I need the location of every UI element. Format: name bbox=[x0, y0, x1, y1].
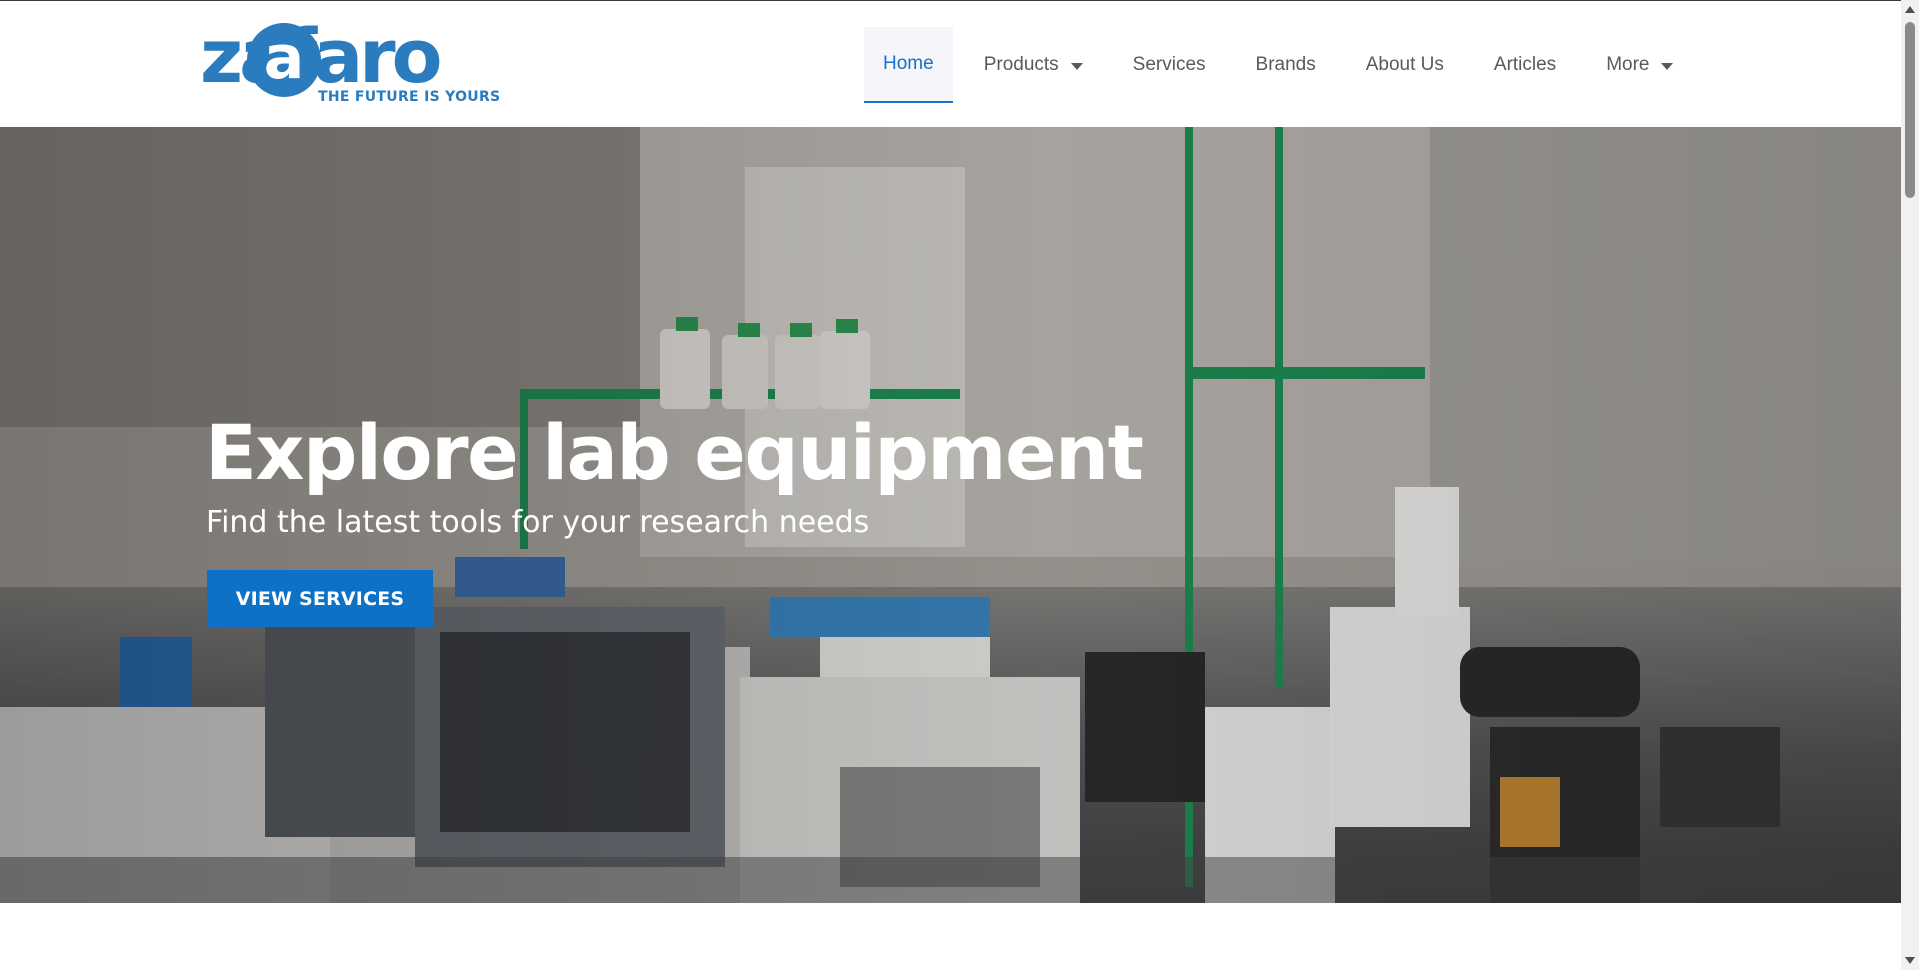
nav-item-label: More bbox=[1606, 54, 1650, 75]
nav-item-articles[interactable]: Articles bbox=[1475, 27, 1575, 103]
scrollbar-thumb[interactable] bbox=[1905, 22, 1915, 198]
nav-item-label: Products bbox=[983, 54, 1059, 75]
scroll-down-arrow-icon[interactable] bbox=[1905, 957, 1915, 964]
hero-subtitle: Find the latest tools for your research … bbox=[206, 505, 870, 540]
view-services-button[interactable]: VIEW SERVICES bbox=[207, 570, 433, 627]
nav-item-label: Articles bbox=[1493, 54, 1557, 75]
site-header: zafaro a THE FUTURE IS YOURS Home Produc… bbox=[0, 1, 1901, 127]
nav-item-brands[interactable]: Brands bbox=[1237, 27, 1335, 103]
nav-item-home[interactable]: Home bbox=[864, 27, 953, 103]
chevron-down-icon bbox=[1661, 62, 1674, 70]
logo-tagline: THE FUTURE IS YOURS bbox=[318, 89, 501, 105]
nav-item-about-us[interactable]: About Us bbox=[1347, 27, 1463, 103]
nav-item-more[interactable]: More bbox=[1587, 27, 1692, 103]
hero-banner: Explore lab equipment Find the latest to… bbox=[0, 127, 1901, 903]
nav-item-services[interactable]: Services bbox=[1114, 27, 1225, 103]
nav-item-label: Services bbox=[1132, 54, 1206, 75]
hero-title: Explore lab equipment bbox=[205, 408, 1144, 497]
nav-item-products[interactable]: Products bbox=[965, 27, 1102, 103]
main-navigation: Home Products Services Brands About Us A… bbox=[864, 27, 1704, 103]
nav-item-label: Home bbox=[883, 53, 934, 74]
chevron-down-icon bbox=[1070, 62, 1083, 70]
zafaro-logo[interactable]: zafaro a THE FUTURE IS YOURS bbox=[200, 15, 500, 111]
page-scrollbar[interactable] bbox=[1901, 0, 1919, 970]
nav-item-label: About Us bbox=[1365, 54, 1444, 75]
nav-item-label: Brands bbox=[1255, 54, 1316, 75]
scroll-up-arrow-icon[interactable] bbox=[1905, 6, 1915, 13]
logo-letter-a: a bbox=[263, 23, 305, 93]
